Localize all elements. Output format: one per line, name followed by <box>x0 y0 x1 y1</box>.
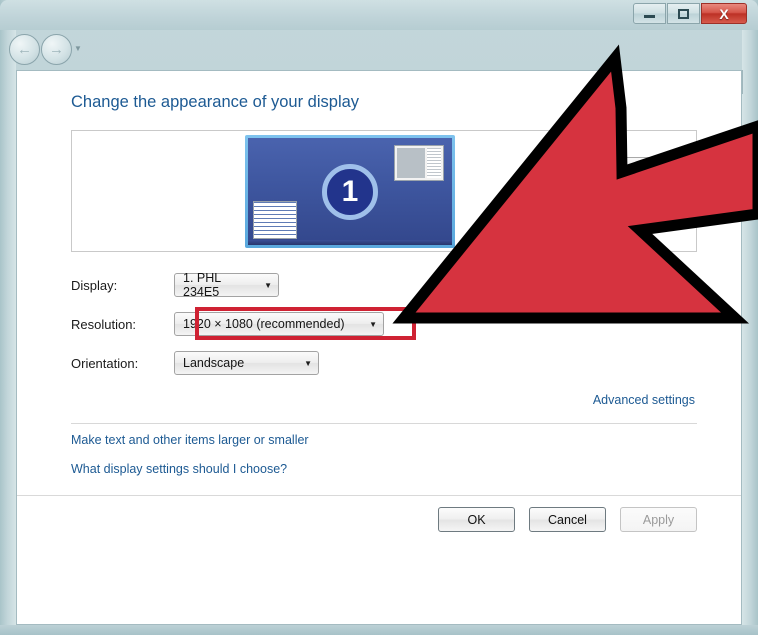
orientation-dropdown-value: Landscape <box>183 356 244 370</box>
what-display-settings-link[interactable]: What display settings should I choose? <box>71 462 287 476</box>
control-panel-window: X ← → ▼ « Display ▸ Screen Resolution ▼ … <box>0 0 758 635</box>
window-frame-bottom <box>0 625 758 635</box>
display-dropdown[interactable]: 1. PHL 234E5 ▼ <box>174 273 279 297</box>
display-dropdown-value: 1. PHL 234E5 <box>183 271 254 299</box>
window-thumbnail-sidebar <box>427 148 441 178</box>
page-title: Change the appearance of your display <box>71 93 359 112</box>
back-arrow-icon: ← <box>17 42 32 57</box>
title-bar: X <box>0 0 758 30</box>
resolution-label: Resolution: <box>71 317 174 332</box>
forward-arrow-icon: → <box>49 42 64 57</box>
back-button[interactable]: ← <box>9 34 40 65</box>
close-button[interactable]: X <box>701 3 747 24</box>
section-divider <box>71 423 697 424</box>
resolution-highlight-box <box>195 307 416 340</box>
minimize-button[interactable] <box>633 3 666 24</box>
ok-button[interactable]: OK <box>438 507 515 532</box>
content-pane: Change the appearance of your display 1 … <box>16 70 742 625</box>
window-thumbnail-body <box>397 148 425 178</box>
orientation-dropdown[interactable]: Landscape ▼ <box>174 351 319 375</box>
display-preview-panel: 1 Detect <box>71 130 697 252</box>
maximize-button[interactable] <box>667 3 700 24</box>
maximize-icon <box>678 9 689 19</box>
taskbar-thumbnail <box>248 240 452 245</box>
detect-button[interactable]: Detect <box>624 157 686 179</box>
orientation-row: Orientation: Landscape ▼ <box>71 351 319 375</box>
make-text-larger-link[interactable]: Make text and other items larger or smal… <box>71 433 309 447</box>
navigation-bar: ← → ▼ « Display ▸ Screen Resolution ▼ ↻ … <box>0 32 758 68</box>
chevron-down-icon: ▼ <box>254 281 272 290</box>
display-row: Display: 1. PHL 234E5 ▼ <box>71 273 279 297</box>
advanced-settings-link[interactable]: Advanced settings <box>593 393 695 407</box>
display-label: Display: <box>71 278 174 293</box>
start-menu-thumbnail-icon <box>253 201 297 239</box>
cancel-button[interactable]: Cancel <box>529 507 606 532</box>
window-frame-left <box>0 0 16 635</box>
monitor-preview[interactable]: 1 <box>245 135 455 248</box>
close-icon: X <box>719 6 728 22</box>
window-thumbnail-icon <box>394 145 444 181</box>
footer-divider <box>17 495 741 496</box>
window-frame-right <box>742 0 758 635</box>
chevron-down-icon: ▼ <box>74 44 82 53</box>
recent-pages-dropdown[interactable]: ▼ <box>74 44 82 53</box>
monitor-number-badge: 1 <box>322 164 378 220</box>
minimize-icon <box>644 15 655 18</box>
apply-button: Apply <box>620 507 697 532</box>
forward-button[interactable]: → <box>41 34 72 65</box>
orientation-label: Orientation: <box>71 356 174 371</box>
chevron-down-icon: ▼ <box>294 359 312 368</box>
monitor-screen: 1 <box>248 138 452 245</box>
